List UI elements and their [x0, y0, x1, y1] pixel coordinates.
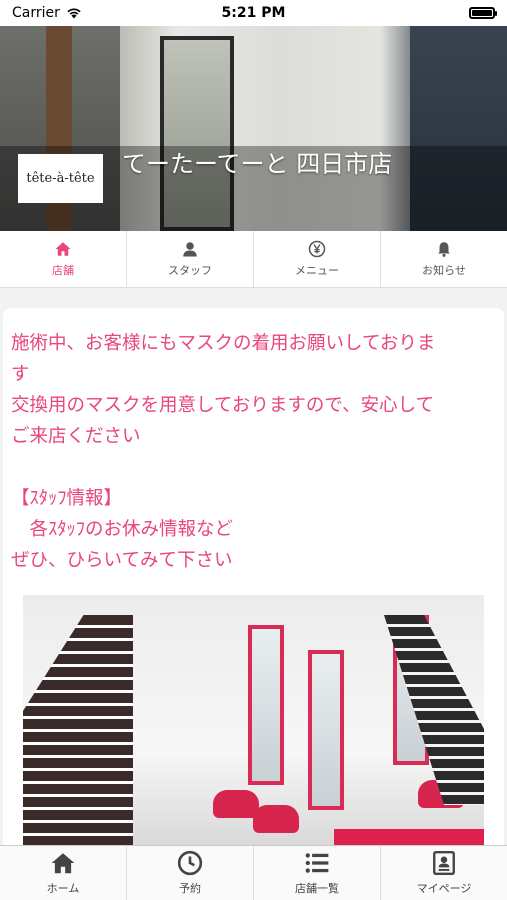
- carrier-label: Carrier: [12, 5, 60, 21]
- salon-interior-photo: [23, 595, 484, 855]
- nav-home[interactable]: ホーム: [0, 846, 127, 900]
- shop-logo-text: tête-à-tête: [26, 171, 95, 186]
- tab-shop-label: 店舗: [52, 264, 74, 277]
- nav-home-label: ホーム: [46, 882, 80, 895]
- notice-line: ご来店ください: [11, 426, 141, 447]
- notice-line: 交換用のマスクを用意しておりますので、安心して: [11, 395, 435, 416]
- shop-tabs: 店舗 スタッフ メニュー お知らせ: [0, 231, 507, 288]
- clock-icon: [177, 850, 203, 876]
- nav-reserve[interactable]: 予約: [127, 846, 254, 900]
- notice-line: ぜひ、ひらいてみて下さい: [11, 550, 233, 571]
- nav-mypage-label: マイページ: [416, 882, 472, 895]
- nav-reserve-label: 予約: [179, 882, 201, 895]
- home-icon: [55, 242, 71, 256]
- notice-line: す: [11, 364, 30, 385]
- status-bar: Carrier 5:21 PM: [0, 0, 507, 26]
- bell-icon: [438, 242, 450, 257]
- tab-news[interactable]: お知らせ: [381, 231, 507, 287]
- home-icon: [51, 853, 75, 874]
- notice-blank: [11, 452, 496, 483]
- bottom-nav: ホーム 予約 店舗一覧 マイページ: [0, 845, 507, 900]
- tab-menu-label: メニュー: [295, 264, 339, 277]
- notice-text: 施術中、お客様にもマスクの着用お願いしておりま す 交換用のマスクを用意しており…: [3, 308, 504, 576]
- tab-shop[interactable]: 店舗: [0, 231, 127, 287]
- id-card-icon: [433, 850, 455, 876]
- tab-staff[interactable]: スタッフ: [127, 231, 254, 287]
- nav-shop-list[interactable]: 店舗一覧: [254, 846, 381, 900]
- tab-staff-label: スタッフ: [168, 264, 212, 277]
- person-icon: [183, 242, 197, 257]
- yen-icon: [308, 240, 326, 258]
- notice-line: 施術中、お客様にもマスクの着用お願いしておりま: [11, 333, 436, 354]
- nav-shop-list-label: 店舗一覧: [295, 882, 339, 895]
- notice-line: 各ｽﾀｯﾌのお休み情報など: [11, 519, 234, 540]
- tab-news-label: お知らせ: [422, 264, 466, 277]
- wifi-icon: [67, 8, 81, 19]
- shop-logo: tête-à-tête: [18, 154, 103, 203]
- list-icon: [305, 853, 329, 873]
- tab-menu[interactable]: メニュー: [254, 231, 381, 287]
- shop-notice-card: 施術中、お客様にもマスクの着用お願いしておりま す 交換用のマスクを用意しており…: [3, 308, 504, 868]
- shop-name: てーたーてーと 四日市店: [122, 150, 393, 178]
- notice-line: 【ｽﾀｯﾌ情報】: [11, 488, 123, 509]
- nav-mypage[interactable]: マイページ: [381, 846, 507, 900]
- battery-icon: [469, 7, 497, 19]
